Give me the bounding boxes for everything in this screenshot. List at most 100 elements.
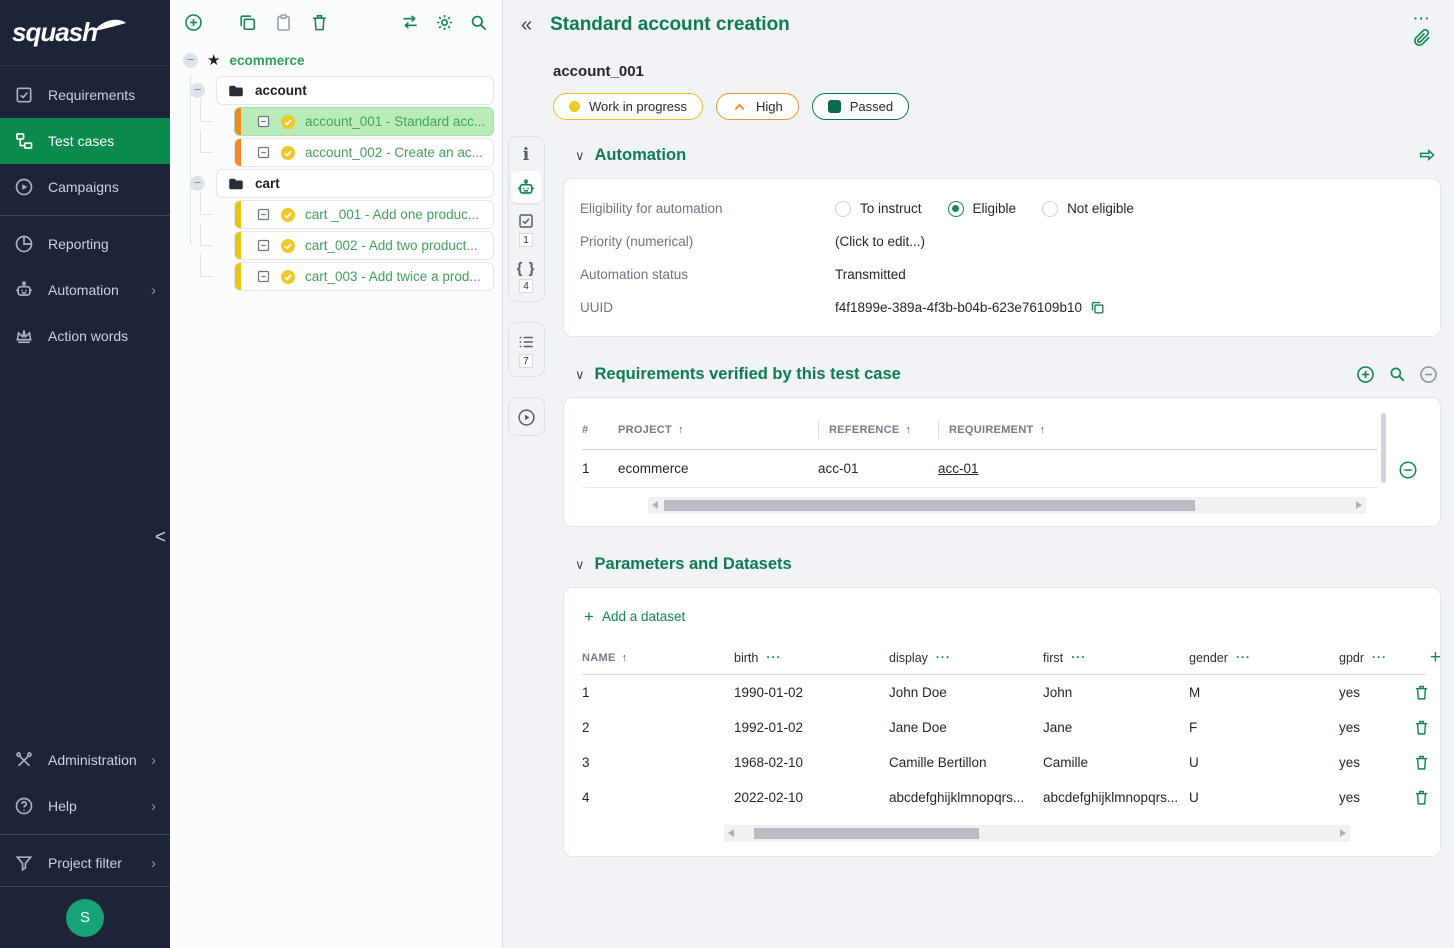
sidebar-item-administration[interactable]: Administration › [0,737,170,783]
tree-item-account-001[interactable]: account_001 - Standard acc... [234,107,494,136]
column-param-gpdr[interactable]: gpdr ··· [1339,651,1401,665]
collapse-node-icon[interactable]: − [190,83,205,98]
tab-information[interactable]: i [511,140,542,169]
delete-icon[interactable] [310,13,329,32]
delete-dataset-icon[interactable] [1413,684,1430,701]
requirement-row[interactable]: 1 ecommerce acc-01 acc-01 [582,450,1377,488]
radio-not-eligible[interactable]: Not eligible [1042,201,1134,217]
sidebar-item-project-filter[interactable]: Project filter › [0,840,170,886]
tree-folder-account[interactable]: − account [216,76,494,105]
sidebar-item-requirements[interactable]: Requirements [0,72,170,118]
search-icon[interactable] [469,13,488,32]
user-avatar[interactable]: S [66,899,104,937]
favorite-star-icon[interactable]: ★ [207,53,220,68]
chevron-down-icon[interactable]: ∨ [575,149,585,162]
dataset-row[interactable]: 2 1992-01-02 Jane Doe Jane F yes [582,710,1426,745]
dataset-row[interactable]: 4 2022-02-10 abcdefghijklmnopqrs... abcd… [582,780,1426,815]
paperclip-icon[interactable] [1412,27,1432,49]
sidebar-item-automation[interactable]: Automation › [0,267,170,313]
delete-dataset-icon[interactable] [1413,789,1430,806]
horizontal-scrollbar[interactable] [724,825,1350,842]
priority-value[interactable]: (Click to edit...) [835,234,1424,249]
eligibility-radio-group: To instruct Eligible Not eligible [835,201,1424,217]
gear-icon[interactable] [435,13,454,32]
dataset-row[interactable]: 1 1990-01-02 John Doe John M yes [582,675,1426,710]
param-menu-icon[interactable]: ··· [936,654,951,661]
collapse-node-icon[interactable]: − [190,176,205,191]
link-requirement-icon[interactable] [1356,365,1375,384]
collapse-square-icon[interactable] [256,269,271,284]
collapse-square-icon[interactable] [256,114,271,129]
collapse-square-icon[interactable] [256,207,271,222]
status-chip[interactable]: Work in progress [553,93,703,120]
param-menu-icon[interactable]: ··· [766,654,781,661]
radio-to-instruct[interactable]: To instruct [835,201,922,217]
tab-executions[interactable] [511,401,542,432]
paste-icon[interactable] [274,13,293,32]
add-parameter-icon[interactable]: + [1401,648,1441,667]
column-project[interactable]: PROJECT ↑ [618,424,818,436]
more-menu-icon[interactable]: ··· [1414,14,1431,22]
copy-uuid-icon[interactable] [1090,300,1105,315]
search-requirement-icon[interactable] [1388,365,1406,383]
column-param-birth[interactable]: birth ··· [734,651,889,665]
cell-name: 3 [582,755,734,770]
unlink-row-icon[interactable] [1398,460,1418,480]
create-icon[interactable] [184,13,203,32]
delete-dataset-icon[interactable] [1413,719,1430,736]
sidebar-item-test-cases[interactable]: Test cases [0,118,170,164]
swap-sort-icon[interactable] [400,12,420,32]
column-param-first[interactable]: first ··· [1043,651,1189,665]
scrollbar-thumb[interactable] [664,500,1195,511]
requirement-link[interactable]: acc-01 [938,461,979,476]
scroll-right-arrow[interactable] [1340,829,1346,837]
horizontal-scrollbar[interactable] [648,497,1366,514]
sidebar-item-action-words[interactable]: Action words [0,313,170,359]
cell-project: ecommerce [618,461,818,476]
execution-status-chip[interactable]: Passed [812,93,909,120]
collapse-square-icon[interactable] [256,238,271,253]
tab-executions-list[interactable]: 7 [511,326,542,373]
param-menu-icon[interactable]: ··· [1071,654,1086,661]
column-param-gender[interactable]: gender ··· [1189,651,1339,665]
copy-icon[interactable] [238,13,257,32]
back-icon[interactable]: « [521,14,532,36]
vertical-scrollbar[interactable] [1381,413,1386,483]
unlink-requirement-icon[interactable] [1419,365,1438,384]
tree-item-account-002[interactable]: account_002 - Create an ac... [234,138,494,167]
chevron-down-icon[interactable]: ∨ [575,558,585,571]
importance-chip[interactable]: High [716,93,799,120]
tree-item-cart-003[interactable]: cart_003 - Add twice a prod... [234,262,494,291]
add-dataset-button[interactable]: + Add a dataset [584,608,1426,625]
tree-project-row[interactable]: − ★ ecommerce [176,46,494,74]
tree-item-cart-002[interactable]: cart_002 - Add two product... [234,231,494,260]
radio-eligible[interactable]: Eligible [948,201,1017,217]
sidebar-item-help[interactable]: Help › [0,783,170,829]
tree-folder-cart[interactable]: − cart [216,169,494,198]
delete-dataset-icon[interactable] [1413,754,1430,771]
collapse-square-icon[interactable] [256,145,271,160]
tree-item-label: cart_003 - Add twice a prod... [305,269,481,284]
dataset-row[interactable]: 3 1968-02-10 Camille Bertillon Camille U… [582,745,1426,780]
collapse-node-icon[interactable]: − [183,53,198,68]
tab-steps[interactable]: 1 [511,205,542,252]
sidebar-item-reporting[interactable]: Reporting [0,221,170,267]
param-menu-icon[interactable]: ··· [1236,654,1251,661]
column-reference[interactable]: REFERENCE ↑ [818,421,938,439]
sidebar-collapse-icon[interactable]: < [155,528,166,547]
cell-gpdr: yes [1339,685,1401,700]
column-requirement[interactable]: REQUIREMENT ↑ [938,421,1377,439]
tree-item-cart-001[interactable]: cart _001 - Add one produc... [234,200,494,229]
scrollbar-thumb[interactable] [754,828,979,839]
go-to-automation-icon[interactable] [1416,146,1438,164]
tab-automation[interactable] [511,171,542,203]
param-menu-icon[interactable]: ··· [1372,654,1387,661]
sidebar-item-campaigns[interactable]: Campaigns [0,164,170,210]
column-name[interactable]: NAME ↑ [582,652,734,664]
chevron-down-icon[interactable]: ∨ [575,368,585,381]
scroll-right-arrow[interactable] [1356,501,1362,509]
tab-parameters[interactable]: { } 4 [511,254,542,298]
scroll-left-arrow[interactable] [652,501,658,509]
scroll-left-arrow[interactable] [728,829,734,837]
column-param-display[interactable]: display ··· [889,651,1043,665]
